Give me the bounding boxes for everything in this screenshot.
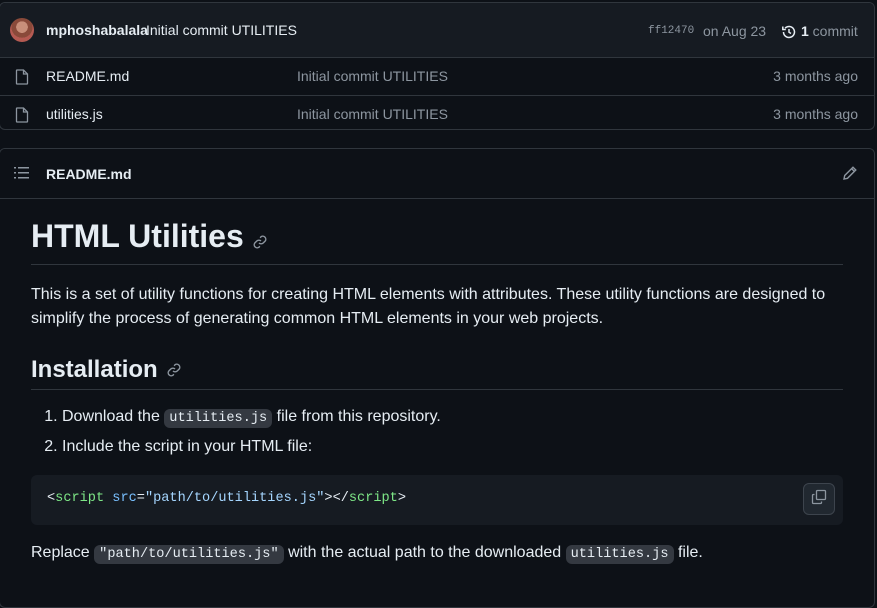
file-age: 3 months ago bbox=[773, 106, 858, 122]
replace-text-before: Replace bbox=[31, 544, 95, 561]
code-string: "path/to/utilities.js" bbox=[144, 491, 325, 506]
file-row[interactable]: README.md Initial commit UTILITIES 3 mon… bbox=[0, 58, 874, 96]
code-tag: script bbox=[348, 491, 398, 506]
code-punct: < bbox=[47, 491, 56, 506]
readme-header: README.md bbox=[0, 149, 874, 199]
inline-code: utilities.js bbox=[565, 545, 674, 564]
commit-sha-link[interactable]: ff12470 bbox=[648, 25, 694, 37]
file-browser: mphoshabalala Initial commit UTILITIES f… bbox=[0, 2, 875, 130]
copy-button[interactable] bbox=[803, 483, 835, 515]
readme-heading-text: HTML Utilities bbox=[31, 218, 244, 254]
heading-divider bbox=[31, 389, 843, 390]
code-punct: > bbox=[397, 491, 407, 506]
file-age: 3 months ago bbox=[773, 68, 858, 84]
readme-file-label[interactable]: README.md bbox=[46, 166, 132, 182]
copy-icon bbox=[811, 489, 827, 510]
code-punct: = bbox=[136, 491, 145, 506]
list-item: Download the utilities.js file from this… bbox=[62, 405, 441, 431]
commit-count-label: commit bbox=[808, 23, 858, 39]
replace-text-after: file. bbox=[673, 544, 703, 561]
replace-text-middle: with the actual path to the downloaded bbox=[283, 544, 566, 561]
replace-paragraph: Replace "path/to/utilities.js" with the … bbox=[31, 541, 843, 567]
code-punct: ></ bbox=[324, 491, 349, 506]
anchor-link-icon[interactable] bbox=[166, 356, 182, 386]
file-row[interactable]: utilities.js Initial commit UTILITIES 3 … bbox=[0, 96, 874, 129]
readme-heading: HTML Utilities bbox=[31, 218, 268, 257]
code-tag: script bbox=[55, 491, 105, 506]
installation-steps: Download the utilities.js file from this… bbox=[31, 405, 441, 463]
history-icon[interactable] bbox=[781, 24, 797, 45]
file-commit-message-link[interactable]: Initial commit UTILITIES bbox=[297, 106, 448, 122]
commit-message-link[interactable]: Initial commit UTILITIES bbox=[146, 22, 297, 38]
step1-text-after: file from this repository. bbox=[272, 408, 441, 425]
installation-heading: Installation bbox=[31, 355, 182, 386]
avatar[interactable] bbox=[10, 18, 34, 42]
inline-code: utilities.js bbox=[164, 409, 273, 428]
code-attr: src bbox=[104, 491, 137, 506]
step1-text-before: Download the bbox=[62, 408, 165, 425]
installation-heading-text: Installation bbox=[31, 356, 158, 383]
code-block: <script src="path/to/utilities.js"></scr… bbox=[31, 475, 843, 525]
file-icon bbox=[15, 69, 29, 90]
commit-history-link[interactable]: 1 commit bbox=[801, 23, 858, 39]
file-icon bbox=[15, 107, 29, 128]
anchor-link-icon[interactable] bbox=[252, 221, 268, 257]
heading-divider bbox=[31, 264, 843, 265]
list-item: Include the script in your HTML file: bbox=[62, 435, 441, 459]
file-name-link[interactable]: utilities.js bbox=[46, 106, 103, 122]
file-name-link[interactable]: README.md bbox=[46, 68, 129, 84]
commit-author-link[interactable]: mphoshabalala bbox=[46, 22, 148, 38]
intro-paragraph: This is a set of utility functions for c… bbox=[31, 286, 826, 327]
file-commit-message-link[interactable]: Initial commit UTILITIES bbox=[297, 68, 448, 84]
readme-panel: README.md HTML Utilities This is a set o… bbox=[0, 148, 875, 608]
commit-count-number: 1 bbox=[801, 23, 809, 39]
pencil-edit-icon[interactable] bbox=[842, 165, 858, 186]
code-text[interactable]: <script src="path/to/utilities.js"></scr… bbox=[47, 491, 406, 506]
inline-code: "path/to/utilities.js" bbox=[94, 545, 284, 564]
latest-commit-bar: mphoshabalala Initial commit UTILITIES f… bbox=[0, 3, 874, 58]
outline-list-icon[interactable] bbox=[14, 166, 30, 185]
commit-date: on Aug 23 bbox=[703, 23, 767, 39]
